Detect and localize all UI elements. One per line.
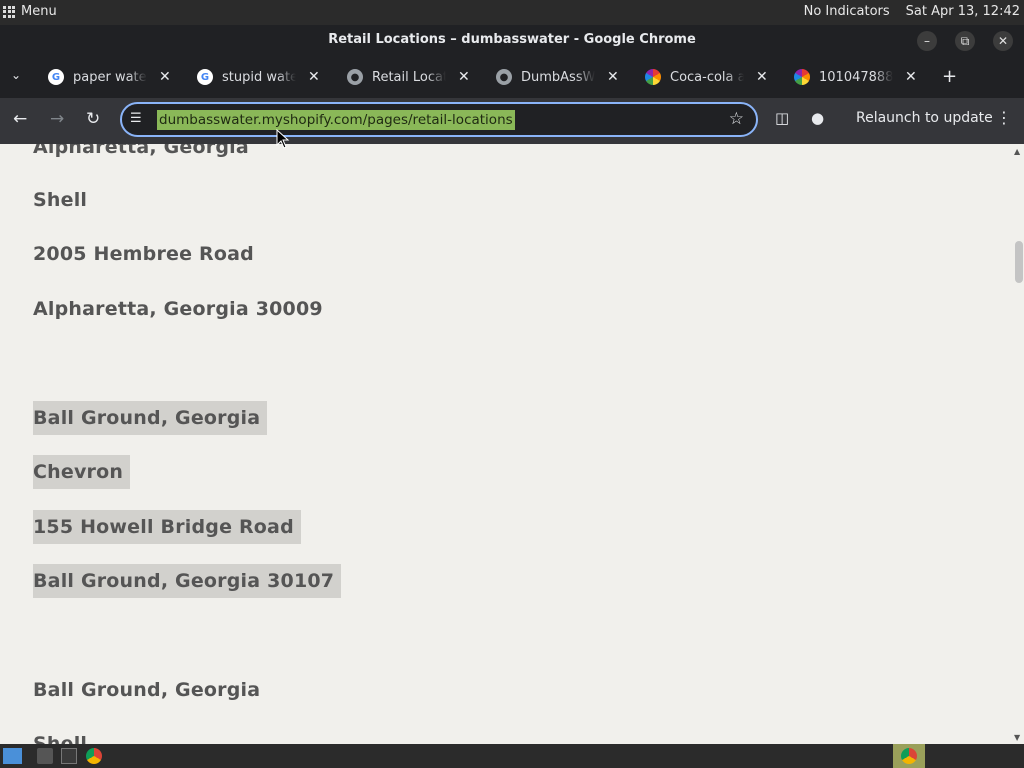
location-line-selected: Ball Ground, Georgia 30107 (33, 564, 342, 598)
new-tab-plus-icon[interactable]: + (942, 66, 957, 87)
tab-close-icon[interactable]: ✕ (607, 69, 619, 85)
nbc-icon (794, 69, 810, 85)
nbc-icon (645, 69, 661, 85)
scrollbar-thumb[interactable] (1015, 241, 1023, 283)
page-content: Alpharetta, Georgia Shell 2005 Hembree R… (0, 144, 1024, 744)
tab-label: 101047888-U (819, 69, 893, 85)
minimize-icon: – (924, 34, 930, 48)
location-line-selected: Ball Ground, Georgia (33, 401, 268, 435)
tab-strip: ⌄ G paper water ✕ G stupid water ✕ ● Ret… (0, 56, 1024, 98)
taskbar (0, 744, 1024, 768)
tab-close-icon[interactable]: ✕ (756, 69, 768, 85)
location-line-selected: 155 Howell Bridge Road (33, 510, 301, 544)
minimize-button[interactable]: – (917, 31, 937, 51)
tab-close-icon[interactable]: ✕ (458, 69, 470, 85)
tab-dumbasswater[interactable]: ● DumbAssWater ✕ (496, 64, 619, 90)
tab-paper-water[interactable]: G paper water ✕ (48, 64, 171, 90)
tab-search-chevron-icon[interactable]: ⌄ (11, 68, 21, 82)
chrome-launcher-icon[interactable] (86, 748, 102, 764)
scroll-down-arrow-icon[interactable]: ▼ (1014, 733, 1020, 742)
system-clock[interactable]: Sat Apr 13, 12:42 (906, 4, 1020, 19)
scroll-up-arrow-icon[interactable]: ▲ (1014, 147, 1020, 156)
mouse-cursor-icon (276, 129, 290, 149)
tab-label: Coca-cola apparel (670, 69, 744, 85)
terminal-icon[interactable] (61, 748, 77, 764)
selected-text: Chevron (33, 455, 131, 489)
file-manager-icon[interactable] (37, 748, 53, 764)
location-line: 2005 Hembree Road (33, 243, 254, 265)
tab-retail-locations[interactable]: ● Retail Locations ✕ (347, 64, 470, 90)
location-line: Alpharetta, Georgia 30009 (33, 298, 323, 320)
close-window-button[interactable]: ✕ (993, 31, 1013, 51)
window-title-bar: Retail Locations – dumbasswater - Google… (0, 25, 1024, 56)
url-text[interactable]: dumbasswater.myshopify.com/pages/retail-… (157, 110, 515, 130)
indicators-status[interactable]: No Indicators (804, 4, 890, 19)
globe-icon: ● (347, 69, 363, 85)
system-top-bar: Menu No Indicators Sat Apr 13, 12:42 (0, 0, 1024, 25)
google-icon: G (48, 69, 64, 85)
google-icon: G (197, 69, 213, 85)
active-chrome-window[interactable] (893, 744, 925, 768)
selected-text: 155 Howell Bridge Road (33, 510, 301, 544)
address-bar[interactable]: ☰ dumbasswater.myshopify.com/pages/retai… (120, 102, 758, 137)
selected-text: Ball Ground, Georgia 30107 (33, 564, 342, 598)
location-line: Shell (33, 189, 88, 211)
selected-text: Ball Ground, Georgia (33, 401, 268, 435)
chrome-icon (901, 748, 917, 764)
close-icon: ✕ (997, 34, 1009, 48)
side-panel-icon[interactable]: ◫ (775, 109, 789, 127)
tab-label: stupid water (222, 69, 296, 85)
apps-grid-icon (3, 5, 15, 18)
system-menu-label: Menu (21, 4, 57, 19)
reload-icon[interactable]: ↻ (86, 109, 100, 129)
more-options-icon[interactable]: ⋮ (996, 108, 1012, 127)
browser-toolbar: ← → ↻ ☰ dumbasswater.myshopify.com/pages… (0, 98, 1024, 144)
tab-close-icon[interactable]: ✕ (905, 69, 917, 85)
tab-close-icon[interactable]: ✕ (308, 69, 320, 85)
window-title: Retail Locations – dumbasswater - Google… (328, 32, 696, 47)
back-arrow-icon[interactable]: ← (13, 109, 27, 129)
tab-coca-cola[interactable]: Coca-cola apparel ✕ (645, 64, 768, 90)
location-line-selected: Chevron (33, 455, 131, 489)
page-scrollbar[interactable]: ▲ ▼ (1012, 144, 1024, 744)
globe-icon: ● (496, 69, 512, 85)
tab-stupid-water[interactable]: G stupid water ✕ (197, 64, 320, 90)
location-line: Shell (33, 733, 88, 744)
bookmark-star-icon[interactable]: ☆ (729, 109, 744, 129)
tab-close-icon[interactable]: ✕ (159, 69, 171, 85)
forward-arrow-icon[interactable]: → (50, 109, 64, 129)
show-desktop-icon[interactable] (3, 748, 22, 764)
location-line: Ball Ground, Georgia (33, 679, 261, 701)
restore-button[interactable]: ⧉ (955, 31, 975, 51)
site-settings-icon[interactable]: ☰ (130, 111, 142, 126)
tab-label: DumbAssWater (521, 69, 595, 85)
restore-icon: ⧉ (960, 34, 970, 48)
location-line: Alpharetta, Georgia (33, 144, 249, 158)
profile-icon[interactable]: ● (811, 109, 824, 127)
system-menu-button[interactable]: Menu (3, 4, 57, 19)
tab-101047888[interactable]: 101047888-U ✕ (794, 64, 917, 90)
tab-label: Retail Locations (372, 69, 446, 85)
tab-label: paper water (73, 69, 147, 85)
relaunch-to-update-button[interactable]: Relaunch to update (856, 110, 993, 126)
